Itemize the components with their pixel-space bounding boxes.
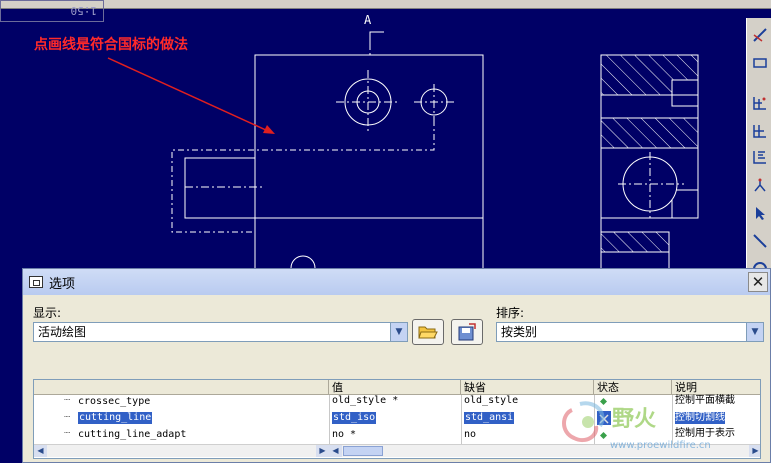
option-value: old_style * — [332, 395, 399, 406]
option-default: old_style — [464, 395, 519, 406]
dialog-title: 选项 — [49, 276, 76, 292]
option-default: std_ansi — [464, 412, 515, 424]
options-dialog: 选项 ✕ 显示: 活动绘图 ▼ 排序: 按类别 ▼ 值 缺省 状态 说明 ┈ c… — [22, 268, 771, 463]
folder-open-button[interactable] — [412, 319, 444, 345]
sort-value: 按类别 — [501, 325, 538, 339]
dialog-titlebar[interactable]: 选项 ✕ — [23, 269, 770, 295]
grid-table-icon[interactable] — [749, 92, 770, 113]
save-config-icon — [458, 323, 476, 341]
option-value: std_iso — [332, 412, 377, 424]
branch-icon[interactable] — [749, 174, 770, 195]
option-name: crossec_type — [78, 396, 151, 407]
option-value: no * — [332, 429, 357, 440]
save-config-button[interactable] — [451, 319, 483, 345]
svg-text:野火: 野火 — [612, 407, 656, 432]
watermark-logo: 野火 www.proewildfire.cn — [562, 401, 711, 451]
annotation-text: 点画线是符合国标的做法 — [34, 37, 188, 53]
section-marker: A — [364, 13, 384, 55]
column-header-name[interactable] — [34, 380, 329, 395]
section-view — [600, 54, 699, 268]
sort-select[interactable]: 按类别 ▼ — [496, 322, 764, 342]
display-select[interactable]: 活动绘图 ▼ — [33, 322, 408, 342]
sort-label: 排序: — [496, 306, 525, 320]
chevron-down-icon[interactable]: ▼ — [746, 323, 763, 341]
svg-text:www.proewildfire.cn: www.proewildfire.cn — [610, 440, 711, 451]
option-name: cutting_line — [78, 412, 153, 424]
datum-plane-icon[interactable] — [749, 52, 770, 73]
annotation-arrow — [107, 57, 275, 134]
option-name: cutting_line_adapt — [78, 429, 187, 440]
select-arrow-icon[interactable] — [749, 202, 770, 223]
right-toolbar — [746, 18, 771, 275]
svg-text:A: A — [364, 13, 372, 27]
display-value: 活动绘图 — [38, 325, 87, 339]
table-icon[interactable] — [749, 120, 770, 141]
line-icon[interactable] — [749, 230, 770, 251]
column-header-value[interactable]: 值 — [329, 380, 461, 395]
folder-open-icon — [418, 326, 438, 339]
chevron-down-icon[interactable]: ▼ — [390, 323, 407, 341]
display-label: 显示: — [33, 306, 62, 320]
front-view — [171, 54, 484, 281]
format-icon[interactable] — [749, 146, 770, 167]
option-default: no — [464, 429, 477, 440]
name-column-scrollbar[interactable]: ◀ ▶ — [34, 444, 329, 457]
close-button[interactable]: ✕ — [748, 272, 768, 292]
window-icon — [29, 276, 43, 288]
datum-axis-icon[interactable] — [749, 24, 770, 45]
